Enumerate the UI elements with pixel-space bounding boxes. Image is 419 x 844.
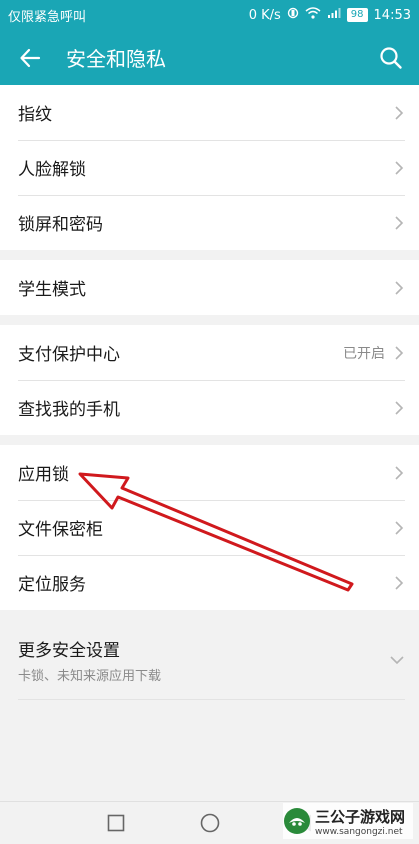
settings-group-biometrics: 指纹 人脸解锁 锁屏和密码 <box>0 85 419 250</box>
search-icon <box>380 46 402 69</box>
setting-label: 查找我的手机 <box>18 400 120 420</box>
setting-label: 指纹 <box>18 105 52 125</box>
setting-row-student-mode[interactable]: 学生模式 <box>0 260 419 315</box>
app-bar: 安全和隐私 <box>0 30 419 85</box>
setting-label: 支付保护中心 <box>18 345 120 365</box>
wifi-icon <box>305 7 321 23</box>
more-settings-subtitle: 卡锁、未知来源应用下载 <box>18 669 162 684</box>
setting-row-payment-protection[interactable]: 支付保护中心 已开启 <box>0 325 419 380</box>
setting-row-app-lock[interactable]: 应用锁 <box>0 445 419 500</box>
settings-group-apps: 应用锁 文件保密柜 定位服务 <box>0 445 419 610</box>
chevron-right-icon <box>395 280 404 295</box>
battery-icon: 98 <box>346 8 368 22</box>
recents-button[interactable] <box>104 811 128 835</box>
more-settings-text: 更多安全设置 卡锁、未知来源应用下载 <box>18 636 389 684</box>
chevron-right-icon <box>395 160 404 175</box>
search-button[interactable] <box>363 30 419 85</box>
chevron-down-icon <box>390 656 404 665</box>
chevron-right-icon <box>395 520 404 535</box>
divider <box>18 699 405 700</box>
setting-label: 文件保密柜 <box>18 520 103 540</box>
more-security-settings-row[interactable]: 更多安全设置 卡锁、未知来源应用下载 <box>0 620 419 700</box>
setting-row-face-unlock[interactable]: 人脸解锁 <box>0 140 419 195</box>
setting-row-fingerprint[interactable]: 指纹 <box>0 85 419 140</box>
watermark-logo-icon <box>284 808 310 834</box>
carrier-status-text: 仅限紧急呼叫 <box>8 9 87 25</box>
setting-row-file-safe[interactable]: 文件保密柜 <box>0 500 419 555</box>
setting-label: 应用锁 <box>18 465 69 485</box>
setting-label: 学生模式 <box>18 280 86 300</box>
setting-label: 锁屏和密码 <box>18 215 103 235</box>
chevron-right-icon <box>395 215 404 230</box>
page-title: 安全和隐私 <box>66 47 166 71</box>
watermark-name: 三公子游戏网 <box>315 807 406 826</box>
setting-label: 人脸解锁 <box>18 160 86 180</box>
chevron-right-icon <box>395 105 404 120</box>
settings-group-student: 学生模式 <box>0 260 419 315</box>
back-button[interactable] <box>0 30 60 85</box>
site-watermark: 三公子游戏网 www.sangongzi.net <box>283 803 413 839</box>
settings-group-more: 更多安全设置 卡锁、未知来源应用下载 <box>0 620 419 700</box>
status-bar: 仅限紧急呼叫 0 K/s 98 14:53 <box>0 0 419 30</box>
vibrate-icon <box>287 7 299 23</box>
setting-row-lockscreen-password[interactable]: 锁屏和密码 <box>0 195 419 250</box>
signal-icon <box>327 7 341 23</box>
recents-square-icon <box>107 814 124 832</box>
chevron-right-icon <box>395 345 404 360</box>
setting-row-location-services[interactable]: 定位服务 <box>0 555 419 610</box>
chevron-right-icon <box>395 575 404 590</box>
watermark-url: www.sangongzi.net <box>315 826 403 837</box>
more-settings-label: 更多安全设置 <box>18 641 120 661</box>
clock: 14:53 <box>373 7 411 23</box>
home-circle-icon <box>200 813 219 833</box>
home-button[interactable] <box>198 811 222 835</box>
setting-status-value: 已开启 <box>343 345 385 362</box>
status-icons: 0 K/s 98 14:53 <box>249 7 411 23</box>
chevron-right-icon <box>395 400 404 415</box>
setting-row-find-my-phone[interactable]: 查找我的手机 <box>0 380 419 435</box>
net-speed: 0 K/s <box>248 7 281 23</box>
back-arrow-icon <box>20 48 41 67</box>
setting-label: 定位服务 <box>18 575 86 595</box>
chevron-right-icon <box>395 465 404 480</box>
settings-group-payment: 支付保护中心 已开启 查找我的手机 <box>0 325 419 435</box>
